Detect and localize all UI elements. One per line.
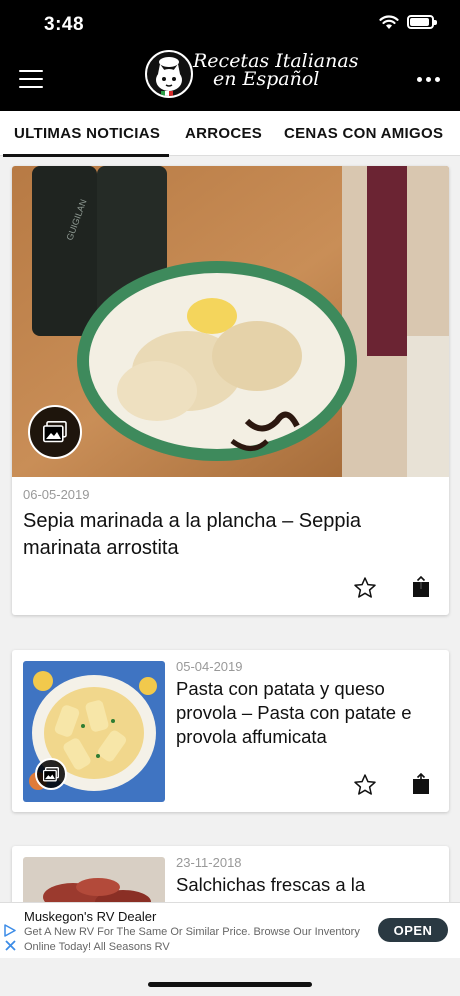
gallery-icon: [28, 405, 82, 459]
post-card[interactable]: 05-04-2019 Pasta con patata y queso prov…: [12, 650, 449, 812]
chef-cat-logo-icon: [145, 50, 193, 98]
tab-label: ARROCES: [185, 125, 263, 142]
logo-line-2: en Español: [213, 68, 320, 90]
app-screen: 3:48 Recetas Italianas en Español ULTIMA…: [0, 0, 460, 996]
tab-arroces[interactable]: ARROCES: [171, 111, 270, 156]
status-icons: [379, 14, 437, 30]
active-tab-indicator: [3, 154, 169, 157]
ad-close-icon[interactable]: [5, 940, 16, 951]
ad-title[interactable]: Muskegon's RV Dealer: [24, 909, 156, 924]
post-date: 23-11-2018: [176, 855, 242, 870]
post-thumbnail: [23, 661, 165, 802]
tab-ultimas-noticias[interactable]: ULTIMAS NOTICIAS: [0, 111, 171, 157]
bottom-safe-area: [0, 958, 460, 996]
more-options-icon[interactable]: [417, 77, 440, 82]
favorite-star-icon[interactable]: [353, 773, 377, 797]
ad-choices-icon[interactable]: [4, 924, 16, 937]
top-bar: 3:48 Recetas Italianas en Español: [0, 0, 460, 111]
post-title[interactable]: Sepia marinada a la plancha – Seppia mar…: [23, 508, 433, 562]
share-icon[interactable]: [412, 773, 430, 795]
tab-cenas-con-amigos[interactable]: CENAS CON AMIGOS: [270, 111, 460, 156]
post-date: 06-05-2019: [23, 487, 90, 502]
category-tabs: ULTIMAS NOTICIAS ARROCES CENAS CON AMIGO…: [0, 111, 460, 157]
wifi-icon: [379, 15, 399, 29]
status-time: 3:48: [44, 14, 85, 35]
ad-open-button[interactable]: OPEN: [378, 918, 448, 942]
logo-text: Recetas Italianas en Español: [193, 52, 358, 90]
post-title[interactable]: Salchichas frescas a la: [176, 873, 436, 897]
favorite-star-icon[interactable]: [353, 576, 377, 600]
featured-post-card[interactable]: GUIGILAN 06-05-2019 Sepia marinada a la …: [12, 166, 449, 615]
post-photo: GUIGILAN: [12, 166, 449, 477]
app-logo: Recetas Italianas en Español: [145, 50, 358, 100]
post-date: 05-04-2019: [176, 659, 243, 674]
post-title[interactable]: Pasta con patata y queso provola – Pasta…: [176, 677, 436, 749]
share-icon[interactable]: [412, 576, 430, 598]
tab-label: CENAS CON AMIGOS: [284, 125, 444, 142]
home-indicator[interactable]: [148, 982, 312, 987]
gallery-icon: [35, 758, 67, 790]
hamburger-menu-icon[interactable]: [19, 70, 43, 88]
tab-label: ULTIMAS NOTICIAS: [14, 125, 161, 142]
battery-icon: [407, 15, 437, 29]
ad-text: Get A New RV For The Same Or Similar Pri…: [24, 926, 360, 953]
